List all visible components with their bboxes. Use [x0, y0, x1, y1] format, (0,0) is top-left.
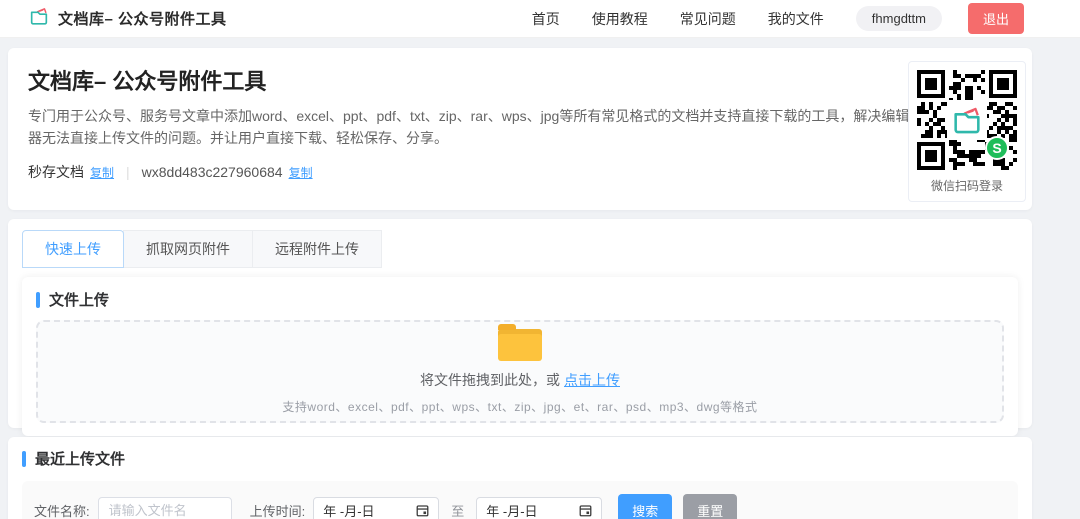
qr-caption: 微信扫码登录	[930, 179, 1003, 193]
main-content: 文档库– 公众号附件工具 专门用于公众号、服务号文章中添加word、excel、…	[8, 48, 1032, 519]
supported-formats: 支持word、excel、pdf、ppt、wps、txt、zip、jpg、et、…	[282, 399, 758, 414]
section-accent-bar	[36, 291, 40, 308]
header: 文档库– 公众号附件工具 首页 使用教程 常见问题 我的文件 fhmgdttm …	[0, 0, 1080, 38]
quick-save-row: 秒存文档 复制 | wx8dd483c227960684 复制	[28, 162, 1012, 182]
date-to-input[interactable]: 年 -月-日	[476, 497, 603, 519]
page-title: 文档库– 公众号附件工具	[28, 69, 267, 94]
recent-section-title: 最近上传文件	[22, 448, 1018, 469]
wechat-icon: S	[985, 136, 1009, 160]
tab-grab-web-attachment[interactable]: 抓取网页附件	[123, 230, 253, 268]
recent-files-card: 最近上传文件 文件名称: 上传时间: 年 -月-日 至 年 -月-日	[8, 437, 1032, 519]
nav-home[interactable]: 首页	[532, 9, 560, 29]
file-name-label: 文件名称:	[34, 504, 90, 519]
qr-center-logo-icon	[947, 100, 987, 140]
copy-quick-save-link[interactable]: 复制	[90, 164, 114, 181]
logout-button[interactable]: 退出	[967, 3, 1024, 34]
main-nav: 首页 使用教程 常见问题 我的文件 fhmgdttm 退出	[532, 3, 1024, 34]
tab-remote-attachment-upload[interactable]: 远程附件上传	[252, 230, 382, 268]
divider: |	[126, 164, 130, 181]
upload-tabs: 快速上传 抓取网页附件 远程附件上传	[22, 230, 1018, 268]
brand[interactable]: 文档库– 公众号附件工具	[28, 5, 227, 32]
wechat-id: wx8dd483c227960684	[141, 164, 283, 181]
file-dropzone[interactable]: 将文件拖拽到此处，或 点击上传 支持word、excel、pdf、ppt、wps、…	[36, 320, 1004, 423]
calendar-icon	[579, 505, 592, 517]
click-upload-link[interactable]: 点击上传	[564, 372, 620, 388]
calendar-icon	[416, 505, 429, 517]
filter-toolbar: 文件名称: 上传时间: 年 -月-日 至 年 -月-日 搜	[22, 481, 1018, 519]
folder-logo-icon	[28, 5, 50, 32]
quick-save-label: 秒存文档	[28, 164, 84, 181]
tab-quick-upload[interactable]: 快速上传	[22, 230, 124, 268]
file-name-input[interactable]	[97, 497, 232, 519]
nav-tutorial[interactable]: 使用教程	[592, 9, 648, 29]
upload-section-title: 文件上传	[36, 289, 1004, 310]
intro-card: 文档库– 公众号附件工具 专门用于公众号、服务号文章中添加word、excel、…	[8, 48, 1032, 210]
section-accent-bar	[22, 450, 26, 467]
username-pill[interactable]: fhmgdttm	[855, 6, 942, 31]
upload-card: 快速上传 抓取网页附件 远程附件上传 文件上传 将文件拖拽到此处，或 点击上传 支…	[8, 219, 1032, 436]
qr-code[interactable]: S	[917, 70, 1017, 170]
date-range-to-label: 至	[451, 504, 465, 519]
search-button[interactable]: 搜索	[618, 494, 673, 519]
copy-wechat-id-link[interactable]: 复制	[289, 164, 313, 181]
nav-faq[interactable]: 常见问题	[680, 9, 736, 29]
drop-hint: 将文件拖拽到此处，或 点击上传	[420, 371, 620, 388]
file-upload-panel: 文件上传 将文件拖拽到此处，或 点击上传 支持word、excel、pdf、ppt…	[22, 277, 1018, 436]
date-from-input[interactable]: 年 -月-日	[313, 497, 440, 519]
nav-my-files[interactable]: 我的文件	[768, 9, 824, 29]
upload-time-label: 上传时间:	[249, 504, 306, 519]
reset-button[interactable]: 重置	[683, 494, 738, 519]
page-description: 专门用于公众号、服务号文章中添加word、excel、ppt、pdf、txt、z…	[28, 108, 910, 146]
folder-icon	[498, 323, 542, 361]
qr-login-panel: S 微信扫码登录	[908, 61, 1026, 202]
brand-title: 文档库– 公众号附件工具	[58, 11, 227, 28]
